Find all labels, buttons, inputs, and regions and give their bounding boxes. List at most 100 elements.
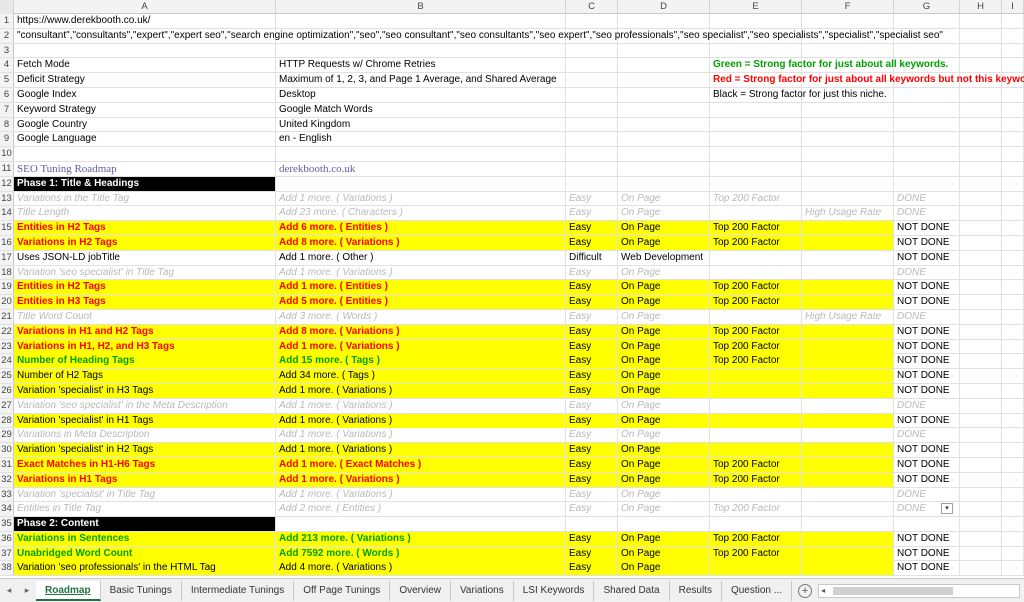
cell-e[interactable]: Black = Strong factor for just this nich… <box>710 87 887 102</box>
cell-i[interactable] <box>1002 14 1024 28</box>
cell-f[interactable] <box>802 191 894 206</box>
cell-g[interactable]: NOT DONE <box>894 339 960 354</box>
cell-g[interactable]: NOT DONE <box>894 531 960 546</box>
row-header[interactable]: 10 <box>0 147 14 161</box>
cell-c[interactable] <box>566 87 618 102</box>
cell-h[interactable] <box>960 531 1002 546</box>
row-header[interactable]: 28 <box>0 413 14 428</box>
cell-c[interactable]: Difficult <box>566 250 618 265</box>
cell-d[interactable]: On Page <box>618 280 710 295</box>
cell-d[interactable]: On Page <box>618 339 710 354</box>
cell-i[interactable] <box>1002 295 1024 310</box>
cell-b[interactable]: Add 1 more. ( Exact Matches ) <box>276 457 566 472</box>
cell-f[interactable] <box>802 280 894 295</box>
cell-f[interactable] <box>802 147 894 162</box>
cell-e[interactable]: Top 200 Factor <box>710 531 802 546</box>
cell-h[interactable] <box>960 428 1002 443</box>
cell-a[interactable] <box>14 43 276 58</box>
cell-f[interactable] <box>802 295 894 310</box>
row-header[interactable]: 25 <box>0 369 14 383</box>
cell-g[interactable]: DONE <box>894 428 960 443</box>
cell-g[interactable]: NOT DONE <box>894 472 960 487</box>
cell-b[interactable]: Add 7592 more. ( Words ) <box>276 546 566 561</box>
cell-i[interactable] <box>1002 561 1024 576</box>
cell-d[interactable]: On Page <box>618 561 710 576</box>
cell-d[interactable] <box>618 147 710 162</box>
cell-g[interactable] <box>894 43 960 58</box>
cell-e[interactable] <box>710 487 802 502</box>
cell-i[interactable] <box>1002 161 1024 176</box>
cell-i[interactable] <box>1002 206 1024 221</box>
cell-g[interactable]: NOT DONE <box>894 457 960 472</box>
cell-a[interactable]: Variation 'specialist' in H3 Tags <box>14 383 276 398</box>
cell-d[interactable] <box>618 161 710 176</box>
row-header[interactable]: 9 <box>0 132 14 147</box>
cell-h[interactable] <box>960 324 1002 339</box>
cell-h[interactable] <box>960 235 1002 250</box>
cell-i[interactable] <box>1002 457 1024 472</box>
cell-g[interactable] <box>894 176 960 191</box>
cell-c[interactable]: Easy <box>566 324 618 339</box>
cell-f[interactable] <box>802 265 894 280</box>
cell-i[interactable] <box>1002 221 1024 236</box>
cell-c[interactable]: Easy <box>566 561 618 576</box>
cell-h[interactable] <box>960 191 1002 206</box>
row-header[interactable]: 15 <box>0 221 14 235</box>
cell-g[interactable] <box>894 102 960 117</box>
cell-i[interactable] <box>1002 428 1024 443</box>
cell-c[interactable]: Easy <box>566 295 618 310</box>
cell-c[interactable]: Easy <box>566 428 618 443</box>
cell-h[interactable] <box>960 546 1002 561</box>
cell-g[interactable]: DONE <box>894 398 960 413</box>
cell-b[interactable]: Maximum of 1, 2, 3, and Page 1 Average, … <box>276 73 566 88</box>
cell-e[interactable]: Top 200 Factor <box>710 295 802 310</box>
column-header-a[interactable]: A <box>14 0 276 14</box>
cell-e[interactable]: Top 200 Factor <box>710 502 802 517</box>
cell-a[interactable]: Phase 2: Content <box>14 517 276 532</box>
cell-i[interactable] <box>1002 265 1024 280</box>
cell-d[interactable] <box>618 14 710 28</box>
cell-d[interactable]: On Page <box>618 472 710 487</box>
cell-d[interactable]: On Page <box>618 265 710 280</box>
cell-b[interactable]: Add 1 more. ( Variations ) <box>276 265 566 280</box>
cell-a[interactable]: Phase 1: Title & Headings <box>14 176 276 191</box>
cell-h[interactable] <box>960 161 1002 176</box>
cell-g[interactable] <box>894 132 960 147</box>
cell-e[interactable] <box>710 369 802 384</box>
cell-e[interactable]: Top 200 Factor <box>710 221 802 236</box>
cell-a[interactable]: Google Country <box>14 117 276 132</box>
cell-b[interactable] <box>276 517 566 532</box>
cell-e[interactable] <box>710 206 802 221</box>
cell-b[interactable] <box>276 14 566 28</box>
cell-i[interactable] <box>1002 309 1024 324</box>
cell-g[interactable]: DONE <box>894 265 960 280</box>
cell-h[interactable] <box>960 502 1002 517</box>
tab-roadmap[interactable]: Roadmap <box>36 580 101 601</box>
column-header-c[interactable]: C <box>566 0 618 14</box>
cell-d[interactable]: On Page <box>618 531 710 546</box>
cell-e[interactable] <box>710 309 802 324</box>
cell-f[interactable] <box>802 161 894 176</box>
cell-b[interactable]: Add 1 more. ( Variations ) <box>276 443 566 458</box>
cell-c[interactable] <box>566 43 618 58</box>
cell-b[interactable]: Add 2 more. ( Entities ) <box>276 502 566 517</box>
cell-d[interactable]: On Page <box>618 235 710 250</box>
tab-basic-tunings[interactable]: Basic Tunings <box>101 580 182 601</box>
row-header[interactable]: 1 <box>0 14 14 28</box>
cell-b[interactable]: Add 1 more. ( Variations ) <box>276 398 566 413</box>
cell-h[interactable] <box>960 221 1002 236</box>
cell-h[interactable] <box>960 43 1002 58</box>
cell-e[interactable]: Top 200 Factor <box>710 191 802 206</box>
cell-e[interactable]: Top 200 Factor <box>710 280 802 295</box>
cell-d[interactable]: On Page <box>618 546 710 561</box>
cell-g[interactable] <box>894 147 960 162</box>
cell-e[interactable]: Top 200 Factor <box>710 339 802 354</box>
cell-i[interactable] <box>1002 502 1024 517</box>
cell-a[interactable]: Keyword Strategy <box>14 102 276 117</box>
cell-e[interactable] <box>710 176 802 191</box>
cell-i[interactable] <box>1002 28 1024 43</box>
cell-c[interactable]: Easy <box>566 487 618 502</box>
cell-i[interactable] <box>1002 280 1024 295</box>
cell-g[interactable] <box>894 161 960 176</box>
cell-h[interactable] <box>960 339 1002 354</box>
